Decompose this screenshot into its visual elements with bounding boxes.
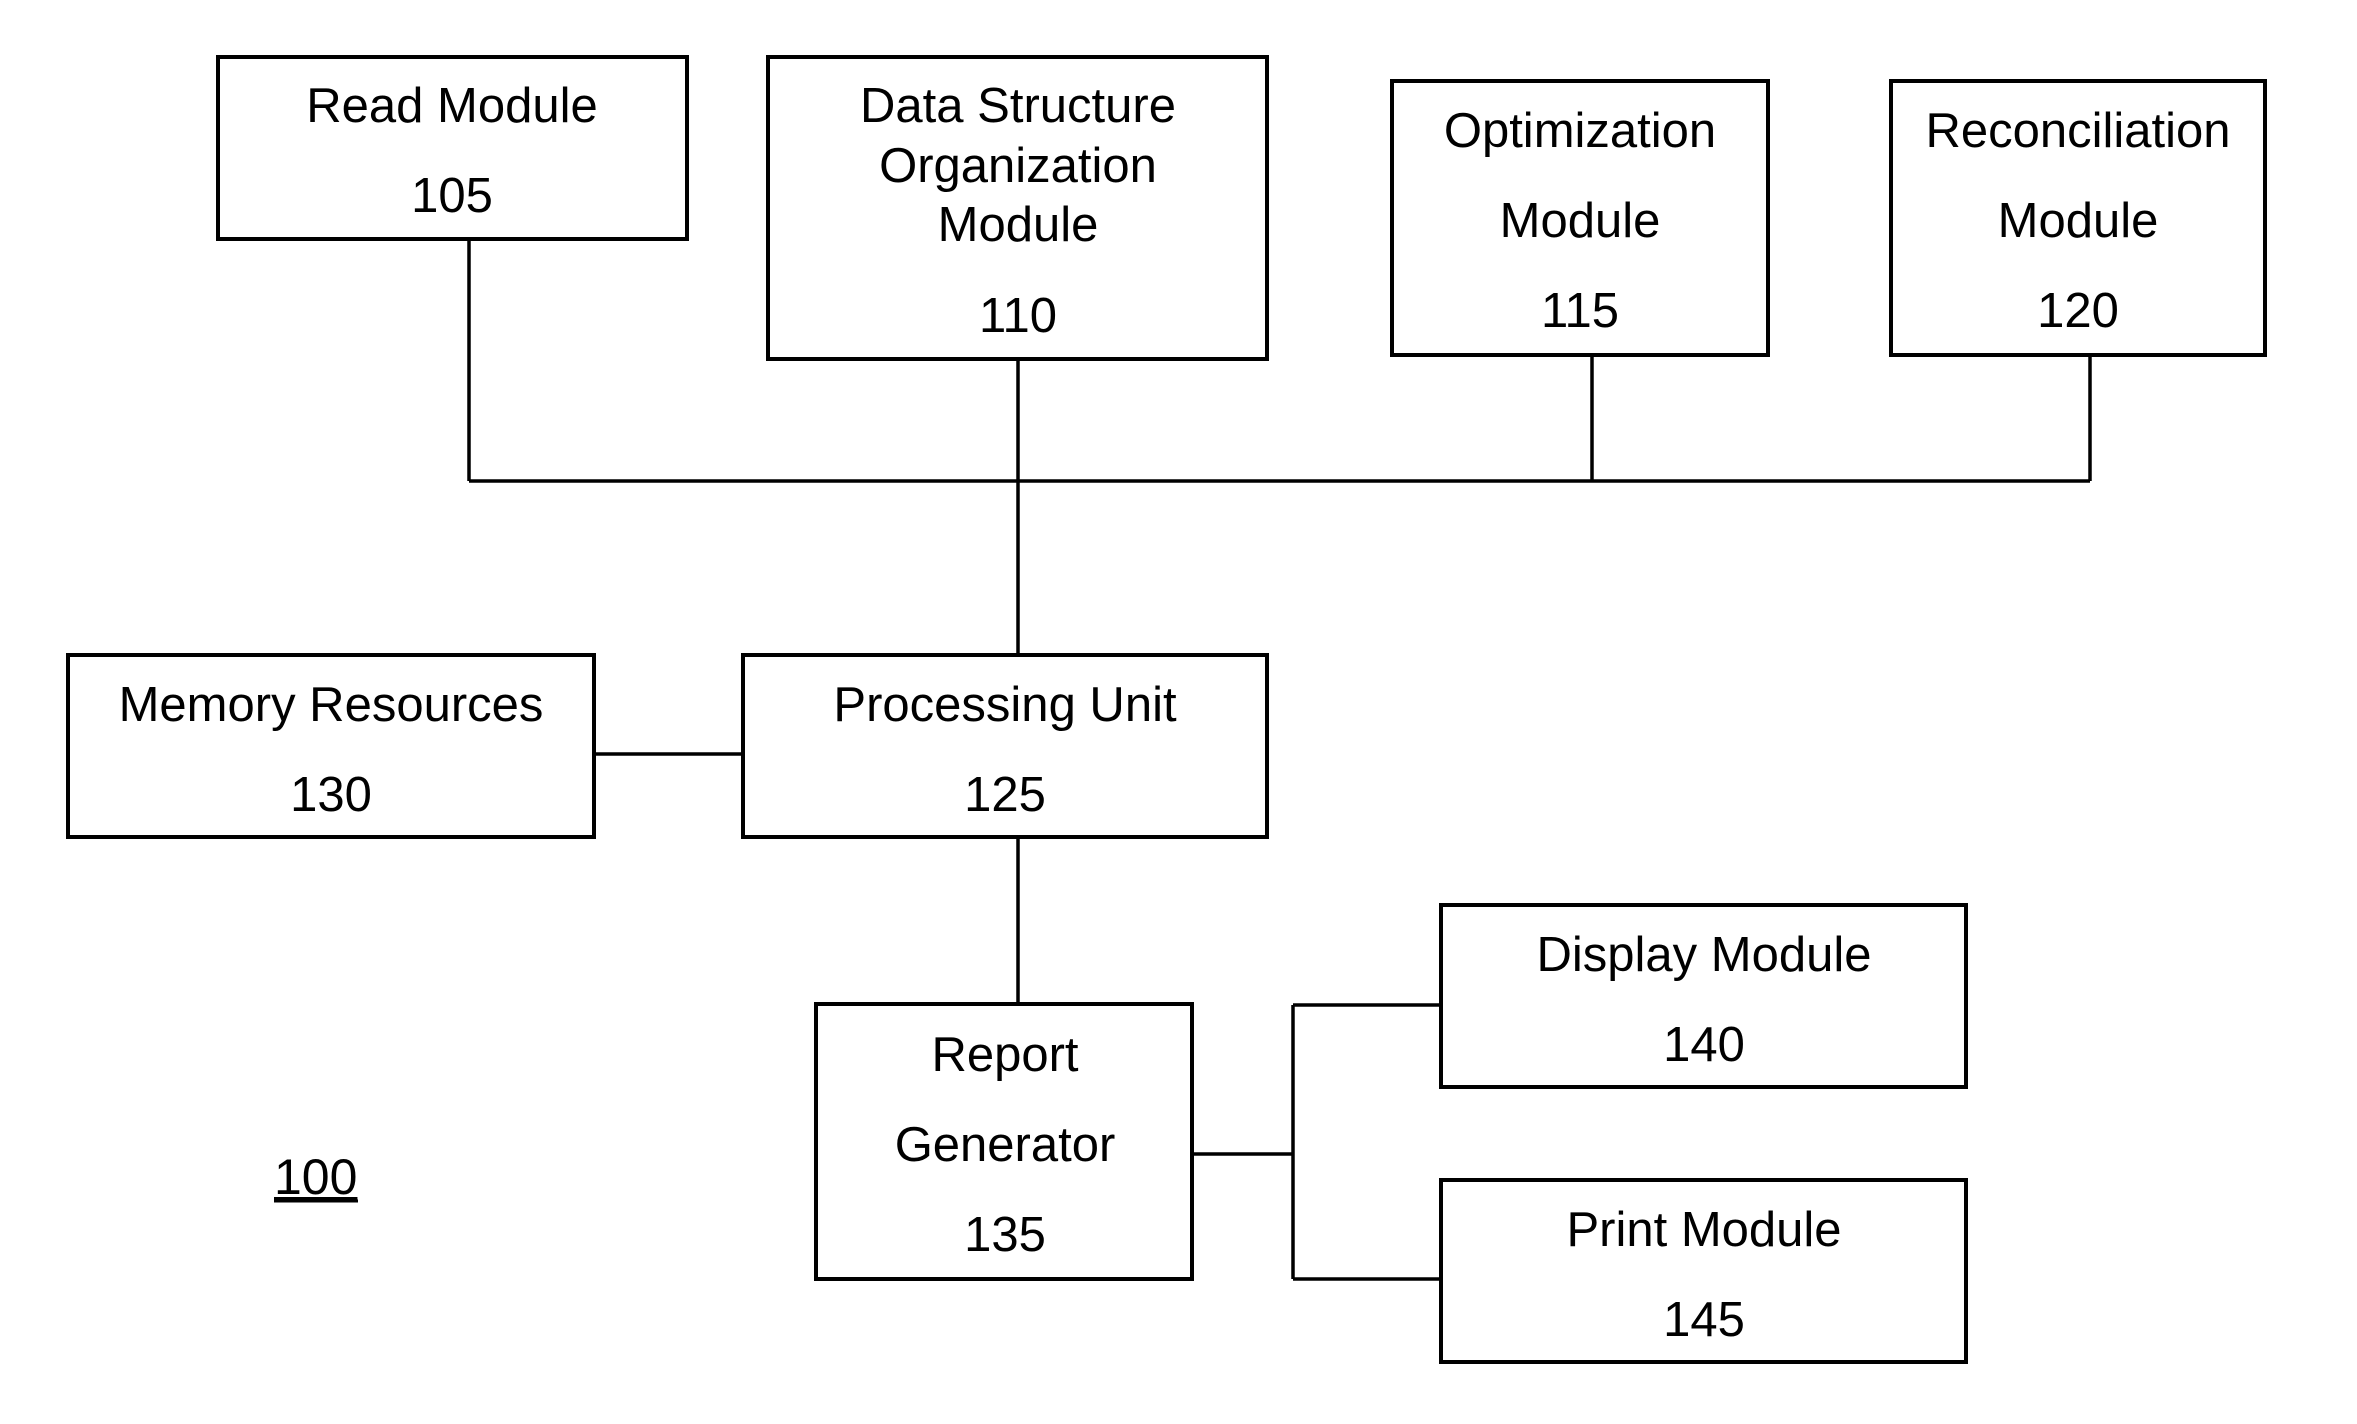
display-module-title: Display Module <box>1537 928 1872 982</box>
report-generator-block: Report Generator 135 <box>814 1002 1194 1281</box>
data-structure-module-block: Data Structure Organization Module 110 <box>766 55 1269 361</box>
memory-resources-block: Memory Resources 130 <box>66 653 596 839</box>
optimization-title-line1: Optimization <box>1444 104 1716 158</box>
read-module-number: 105 <box>411 169 493 223</box>
print-module-block: Print Module 145 <box>1439 1178 1968 1364</box>
reconciliation-title-line1: Reconciliation <box>1925 104 2230 158</box>
connectors <box>467 233 2092 1281</box>
memory-resources-number: 130 <box>290 768 372 822</box>
processing-unit-number: 125 <box>964 768 1046 822</box>
display-module-block: Display Module 140 <box>1439 903 1968 1089</box>
report-generator-number: 135 <box>964 1208 1046 1262</box>
reconciliation-number: 120 <box>2037 284 2119 338</box>
report-generator-title-line2: Generator <box>895 1118 1116 1172</box>
data-structure-number: 110 <box>979 289 1057 343</box>
data-structure-title-line3: Module <box>938 198 1099 252</box>
read-module-title: Read Module <box>306 79 597 133</box>
figure-reference-label: 100 <box>274 1149 357 1205</box>
data-structure-title-line2: Organization <box>879 139 1157 193</box>
reconciliation-module-block: Reconciliation Module 120 <box>1889 79 2267 357</box>
optimization-number: 115 <box>1541 284 1619 338</box>
print-module-title: Print Module <box>1566 1203 1841 1257</box>
processing-unit-title: Processing Unit <box>833 678 1177 732</box>
optimization-title-line2: Module <box>1500 194 1661 248</box>
optimization-module-block: Optimization Module 115 <box>1390 79 1770 357</box>
data-structure-title-line1: Data Structure <box>860 79 1176 133</box>
processing-unit-block: Processing Unit 125 <box>741 653 1269 839</box>
block-diagram: Read Module 105 Data Structure Organizat… <box>66 55 2267 1364</box>
report-generator-title-line1: Report <box>931 1028 1078 1082</box>
memory-resources-title: Memory Resources <box>119 678 544 732</box>
reconciliation-title-line2: Module <box>1998 194 2159 248</box>
read-module-block: Read Module 105 <box>216 55 689 241</box>
print-module-number: 145 <box>1663 1293 1745 1347</box>
display-module-number: 140 <box>1663 1018 1745 1072</box>
